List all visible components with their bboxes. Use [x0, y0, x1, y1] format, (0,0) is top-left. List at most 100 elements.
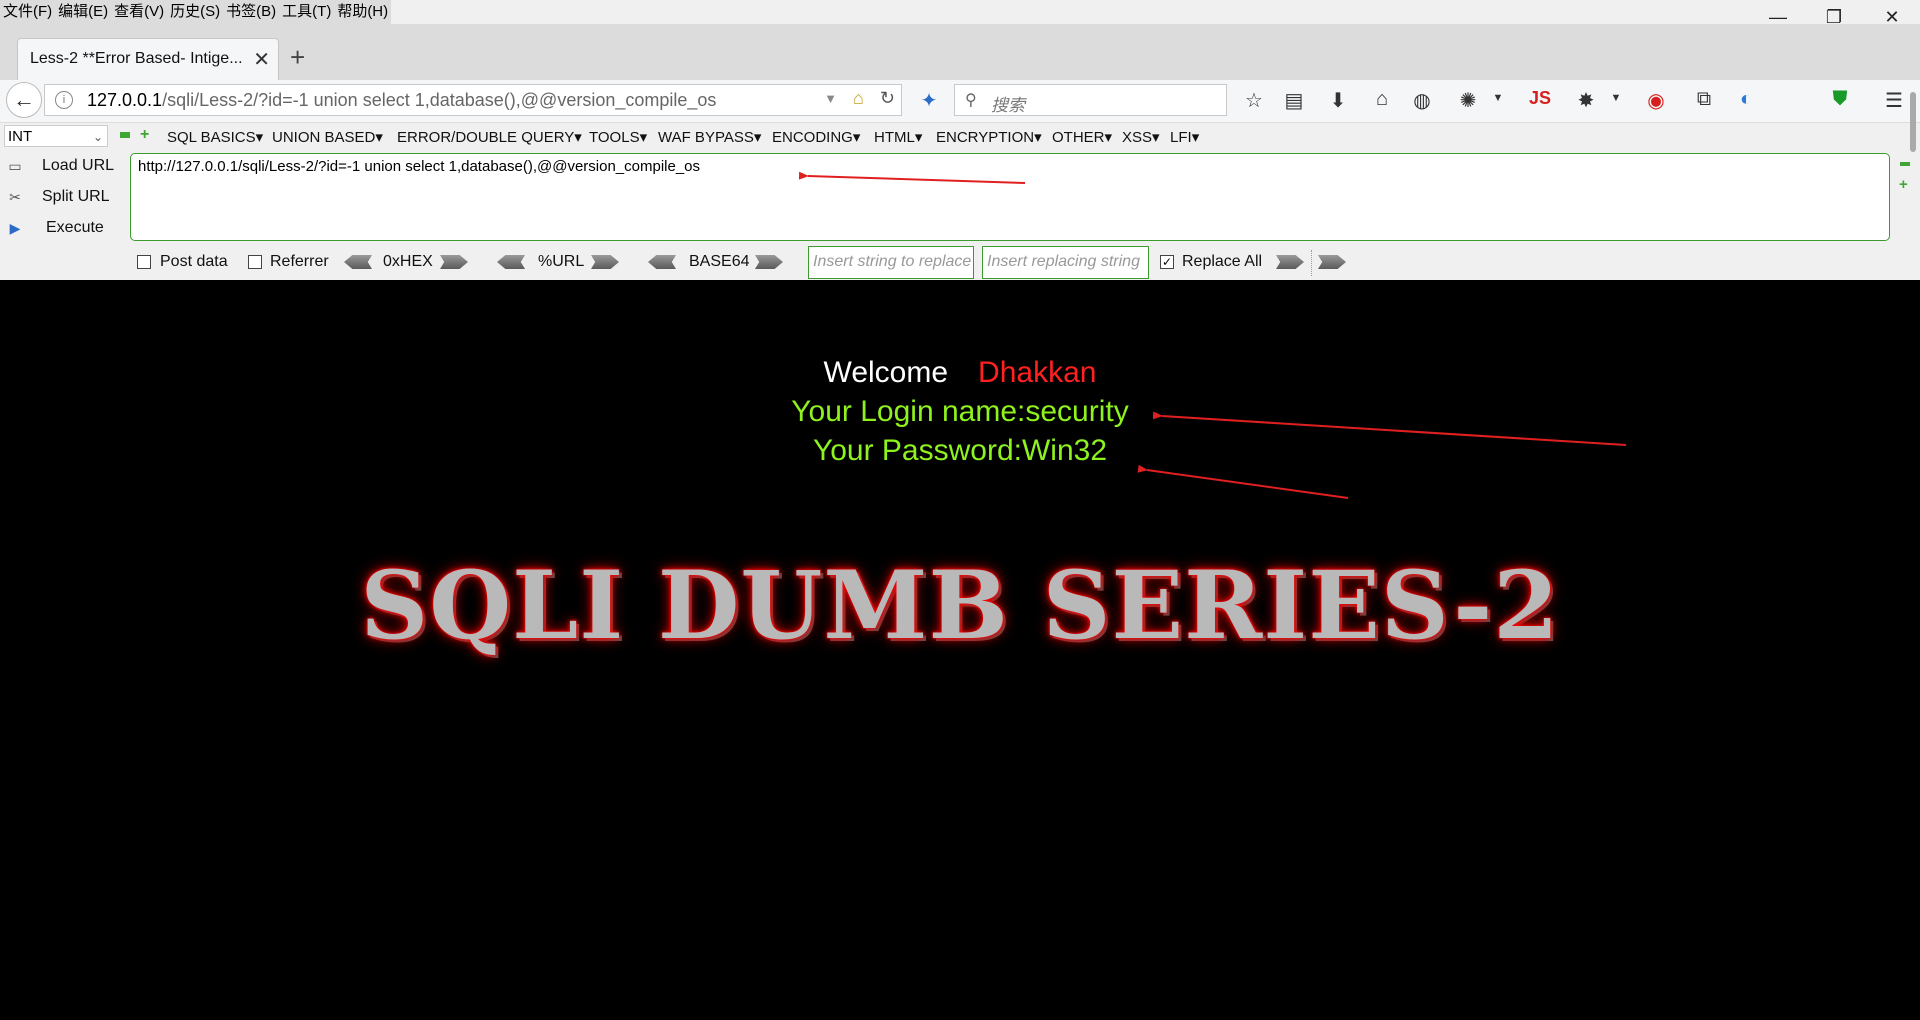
- expand-icon[interactable]: +: [140, 126, 149, 144]
- menu-view[interactable]: 查看(V): [111, 0, 167, 24]
- execute-label: Execute: [46, 219, 104, 236]
- split-url-button[interactable]: ✂ Split URL: [0, 184, 120, 210]
- menu-error-double-query[interactable]: ERROR/DOUBLE QUERY▾: [397, 128, 582, 146]
- url-encode-arrow-icon[interactable]: [591, 255, 619, 269]
- post-data-label: Post data: [160, 253, 228, 270]
- reading-list-icon[interactable]: ▤: [1280, 88, 1308, 113]
- url-text[interactable]: 127.0.0.1/sqli/Less-2/?id=-1 union selec…: [87, 90, 716, 111]
- nav-bar: ← i 127.0.0.1/sqli/Less-2/?id=-1 union s…: [0, 80, 1920, 123]
- tab-active[interactable]: Less-2 **Error Based- Intige... ✕: [17, 38, 279, 80]
- base64-encode-arrow-icon[interactable]: [755, 255, 783, 269]
- welcome-text: Welcome: [823, 356, 949, 389]
- menu-file[interactable]: 文件(F): [0, 0, 55, 24]
- search-icon: ⚲: [965, 92, 977, 109]
- url-path: /sqli/Less-2/?id=-1 union select 1,datab…: [162, 90, 717, 110]
- reload-icon[interactable]: ↻: [880, 88, 895, 110]
- menu-sql-basics[interactable]: SQL BASICS▾: [167, 128, 263, 146]
- close-window-button[interactable]: ✕: [1864, 0, 1920, 34]
- menu-other[interactable]: OTHER▾: [1052, 128, 1112, 146]
- url-enc-label: %URL: [538, 253, 585, 270]
- hamburger-menu-icon[interactable]: ☰: [1880, 88, 1908, 113]
- grow-icon[interactable]: +: [1899, 176, 1908, 193]
- separator: [1311, 250, 1312, 276]
- home-site-icon[interactable]: ⌂: [853, 88, 864, 110]
- menu-html[interactable]: HTML▾: [874, 128, 922, 146]
- translate-icon[interactable]: ◐: [1732, 88, 1760, 111]
- restore-button[interactable]: ❐: [1806, 0, 1862, 34]
- search-placeholder: 搜索: [991, 96, 1025, 115]
- menu-help[interactable]: 帮助(H): [334, 0, 391, 24]
- menu-lfi[interactable]: LFI▾: [1170, 128, 1199, 146]
- execute-button[interactable]: ▶ Execute: [0, 215, 120, 241]
- menu-waf-bypass[interactable]: WAF BYPASS▾: [658, 128, 761, 146]
- menu-union-based[interactable]: UNION BASED▾: [272, 128, 383, 146]
- new-tab-button[interactable]: +: [290, 42, 305, 73]
- mode-select[interactable]: INT ⌄: [4, 125, 108, 147]
- password-result: Your Password:Win32: [812, 434, 1108, 467]
- base64-label: BASE64: [689, 253, 750, 270]
- menu-bar: 文件(F) 编辑(E) 查看(V) 历史(S) 书签(B) 工具(T) 帮助(H…: [0, 0, 1920, 24]
- dropdown-icon-2[interactable]: ▼: [1602, 92, 1630, 104]
- clipboard-icon[interactable]: ⧉: [1690, 88, 1718, 111]
- menu-edit[interactable]: 编辑(E): [55, 0, 111, 24]
- play-icon: ▶: [9, 220, 21, 236]
- url-actions: ▼ ⌂ ↻: [824, 88, 895, 110]
- home-icon[interactable]: ⌂: [1368, 88, 1396, 111]
- globe-icon[interactable]: ◍: [1408, 88, 1436, 113]
- close-tab-icon[interactable]: ✕: [253, 47, 270, 72]
- replace-arrow-icon[interactable]: [1276, 255, 1304, 269]
- hex-decode-arrow-icon[interactable]: [344, 255, 372, 269]
- split-url-label: Split URL: [42, 188, 110, 205]
- extension-icon[interactable]: ✦: [915, 88, 943, 113]
- replace-arrow-icon-2[interactable]: [1318, 255, 1346, 269]
- menu-group: 文件(F) 编辑(E) 查看(V) 历史(S) 书签(B) 工具(T) 帮助(H…: [0, 0, 392, 24]
- post-data-checkbox[interactable]: [137, 255, 151, 269]
- referrer-checkbox[interactable]: [248, 255, 262, 269]
- collapse-icon[interactable]: [120, 132, 130, 138]
- series-banner: SQLI DUMB SERIES-2: [360, 551, 1560, 661]
- referrer-label: Referrer: [270, 253, 329, 270]
- dropdown-icon[interactable]: ▼: [1484, 92, 1512, 104]
- tab-title: Less-2 **Error Based- Intige...: [30, 50, 243, 67]
- info-icon[interactable]: i: [55, 91, 73, 109]
- hackbar-url-text: http://127.0.0.1/sqli/Less-2/?id=-1 unio…: [138, 158, 701, 175]
- hackbar-menu-row: INT ⌄ + SQL BASICS▾ UNION BASED▾ ERROR/D…: [0, 123, 1920, 151]
- load-url-icon: ▭: [8, 158, 22, 174]
- menu-bookmarks[interactable]: 书签(B): [223, 0, 279, 24]
- browser-chrome: 文件(F) 编辑(E) 查看(V) 历史(S) 书签(B) 工具(T) 帮助(H…: [0, 0, 1920, 280]
- menu-encryption[interactable]: ENCRYPTION▾: [936, 128, 1042, 146]
- minimize-button[interactable]: —: [1750, 0, 1806, 34]
- dropdown-arrow-icon[interactable]: ▼: [824, 88, 837, 110]
- insert-string-input[interactable]: Insert string to replace: [808, 246, 974, 279]
- menu-tools[interactable]: TOOLS▾: [589, 128, 647, 146]
- login-name-result: Your Login name:security: [791, 395, 1129, 428]
- menu-tools[interactable]: 工具(T): [279, 0, 334, 24]
- replace-all-checkbox[interactable]: ✓: [1160, 255, 1174, 269]
- palette-icon[interactable]: ✺: [1454, 88, 1482, 113]
- mode-select-value: INT: [8, 128, 33, 145]
- hex-label: 0xHEX: [383, 253, 433, 270]
- js-toggle-icon[interactable]: JS: [1526, 88, 1554, 109]
- bookmark-star-icon[interactable]: ☆: [1240, 88, 1268, 113]
- url-decode-arrow-icon[interactable]: [497, 255, 525, 269]
- user-name: Dhakkan: [978, 356, 1097, 389]
- page-content: Welcome Dhakkan Your Login name:security …: [0, 281, 1920, 1020]
- load-url-button[interactable]: ▭ Load URL: [0, 153, 120, 179]
- shrink-icon[interactable]: [1900, 162, 1910, 166]
- hex-encode-arrow-icon[interactable]: [440, 255, 468, 269]
- bug-icon[interactable]: ✸: [1572, 88, 1600, 113]
- menu-xss[interactable]: XSS▾: [1122, 128, 1160, 146]
- menu-encoding[interactable]: ENCODING▾: [772, 128, 860, 146]
- insert-replacing-input[interactable]: Insert replacing string: [982, 246, 1149, 279]
- download-icon[interactable]: ⬇: [1324, 88, 1352, 113]
- target-icon[interactable]: ◉: [1642, 88, 1670, 113]
- search-box[interactable]: ⚲ 搜索: [954, 84, 1227, 116]
- url-host: 127.0.0.1: [87, 90, 163, 110]
- shield-icon[interactable]: ⛊: [1826, 88, 1854, 111]
- base64-decode-arrow-icon[interactable]: [648, 255, 676, 269]
- scissors-icon: ✂: [9, 189, 21, 205]
- url-bar[interactable]: i 127.0.0.1/sqli/Less-2/?id=-1 union sel…: [44, 84, 902, 116]
- back-button[interactable]: ←: [6, 82, 42, 118]
- menu-history[interactable]: 历史(S): [167, 0, 223, 24]
- hackbar-url-textarea[interactable]: http://127.0.0.1/sqli/Less-2/?id=-1 unio…: [130, 153, 1890, 241]
